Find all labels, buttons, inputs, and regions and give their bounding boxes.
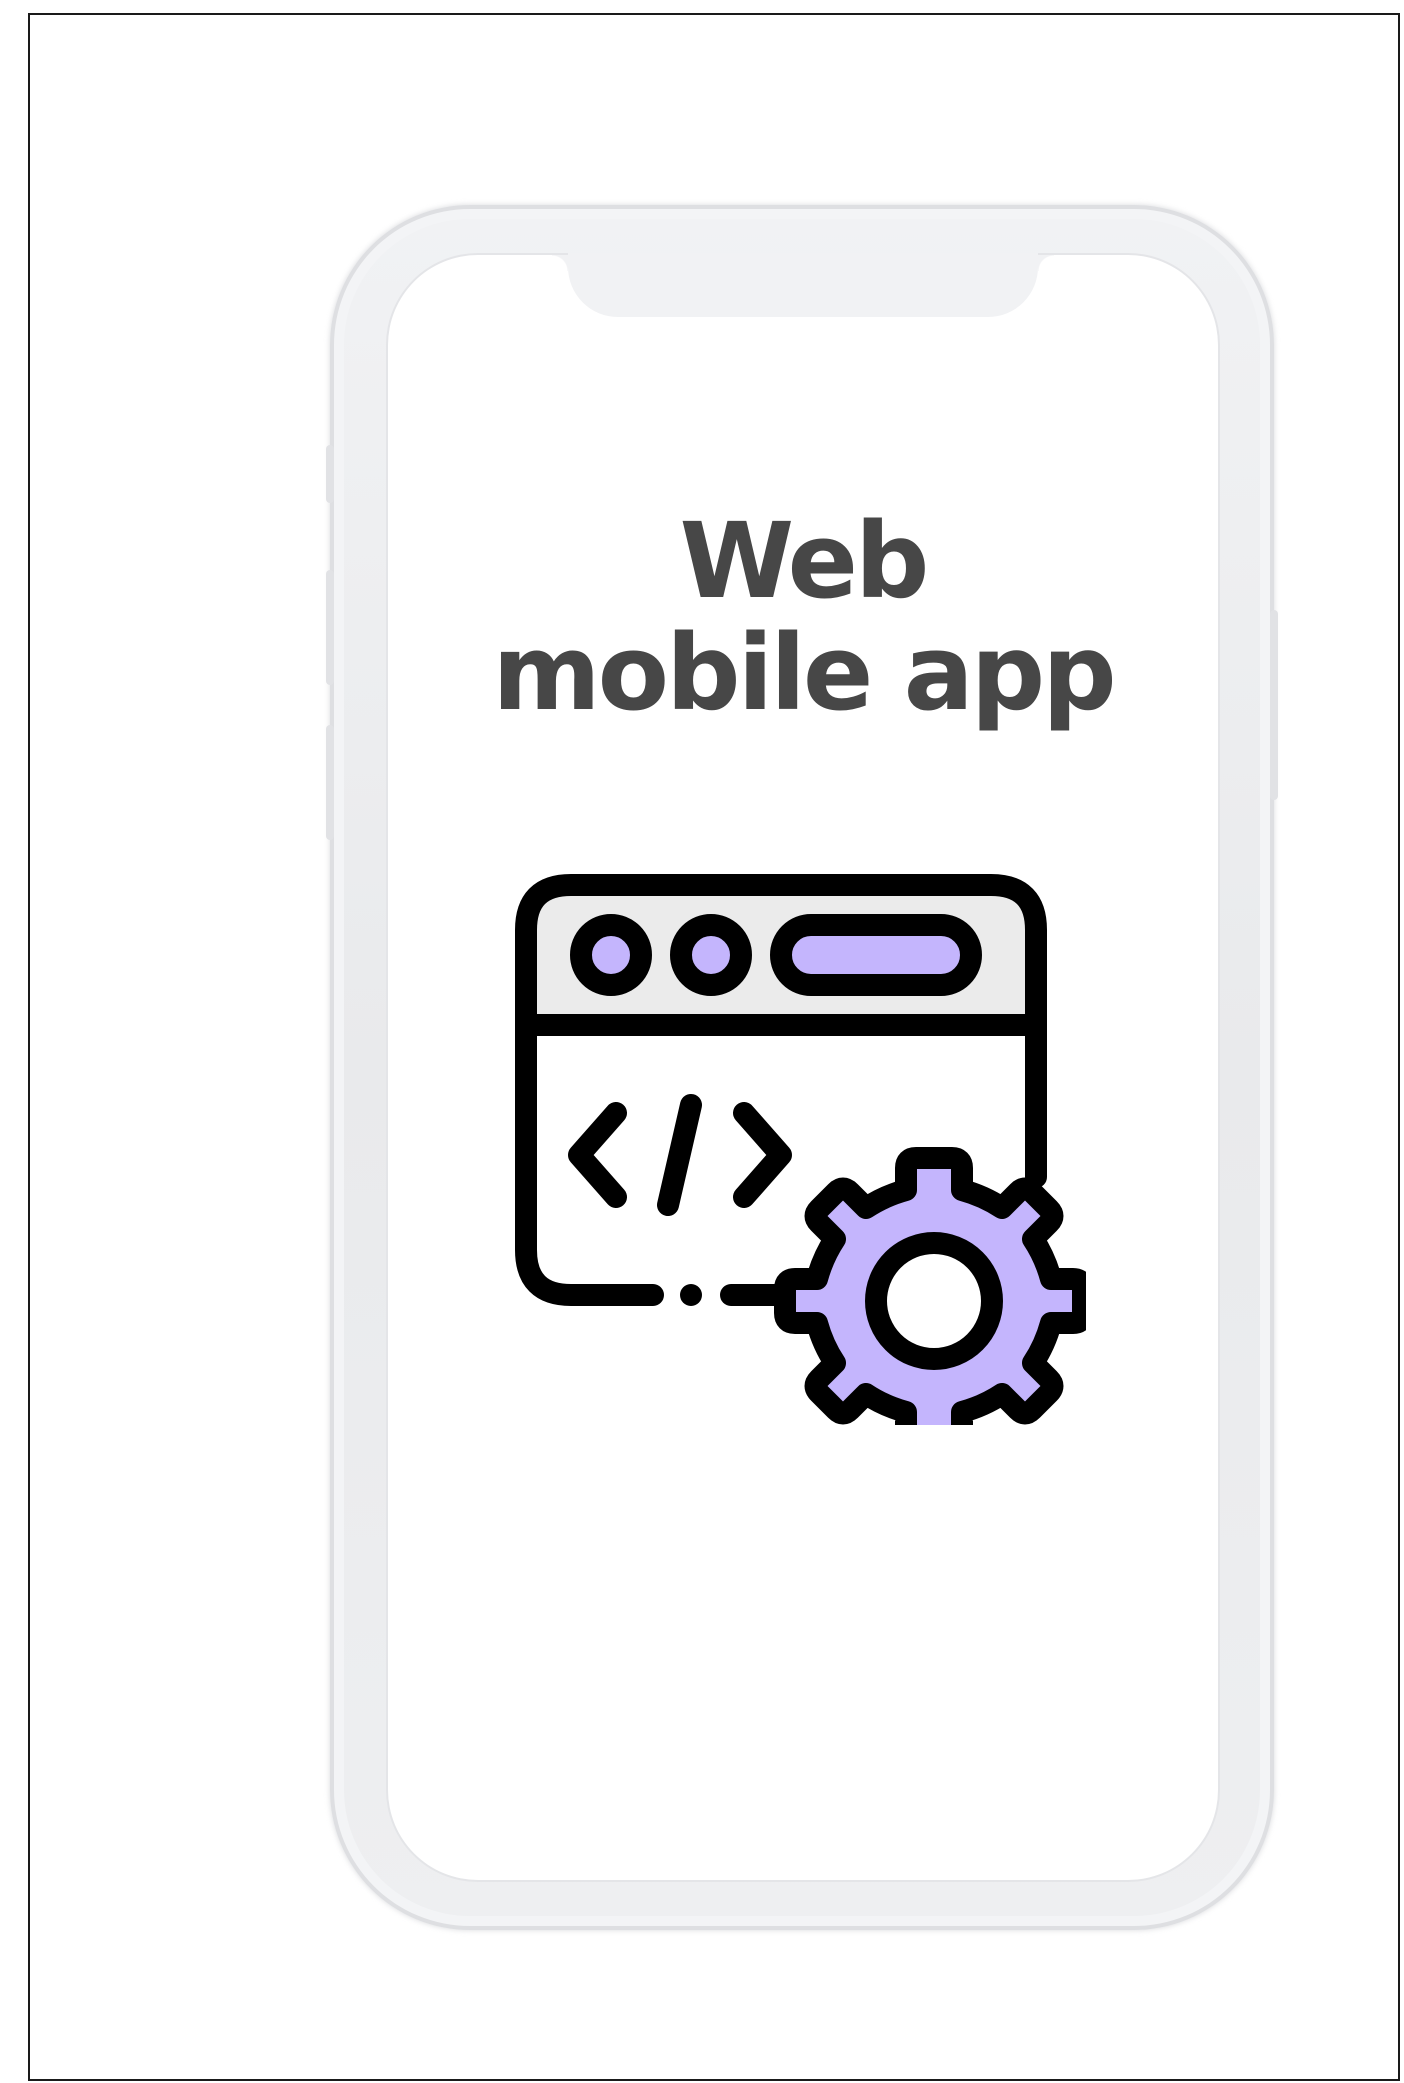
title-line-1: Web	[679, 500, 930, 622]
page: Web mobile app	[0, 0, 1404, 2083]
phone-silent-switch	[326, 445, 334, 503]
title-line-2: mobile app	[492, 612, 1116, 734]
code-brackets-icon	[568, 1094, 792, 1216]
gear-icon	[774, 1147, 1086, 1425]
phone-notch	[552, 253, 1054, 317]
phone-power-button	[1270, 610, 1278, 800]
web-code-settings-icon	[515, 874, 1086, 1425]
phone-volume-down-button	[326, 725, 334, 840]
page-title: Web mobile app	[388, 505, 1218, 729]
phone-screen: Web mobile app	[388, 253, 1218, 1880]
phone-volume-up-button	[326, 570, 334, 685]
